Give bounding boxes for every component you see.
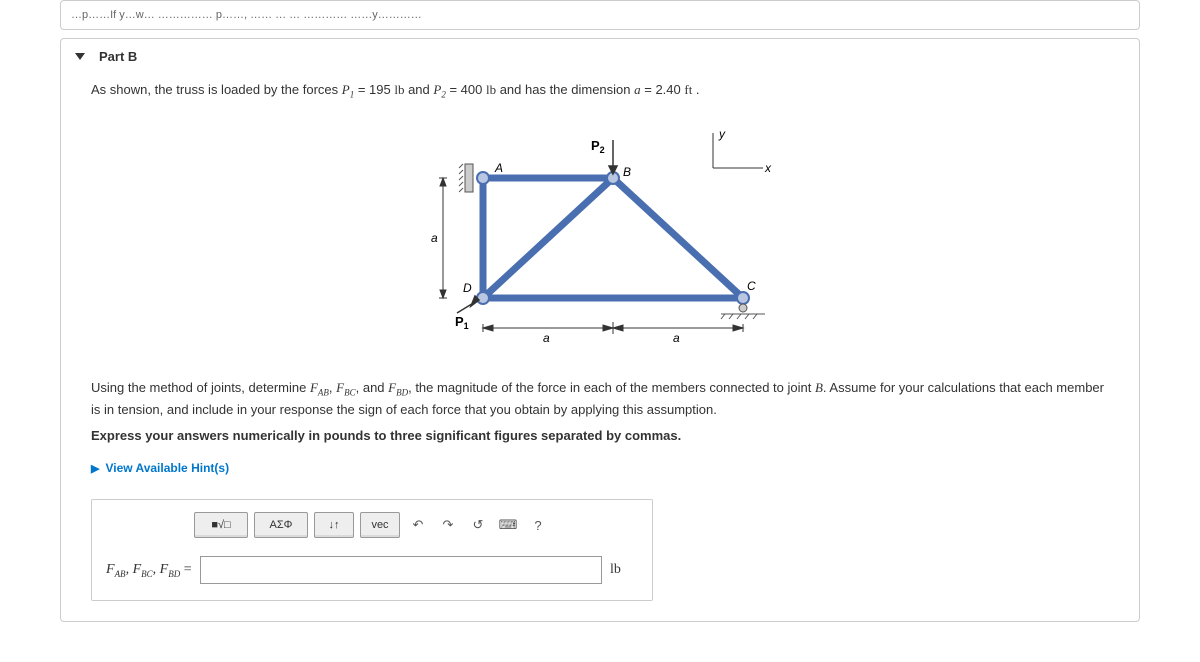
part-b-header[interactable]: Part B <box>61 39 1139 74</box>
instructions-bold: Express your answers numerically in poun… <box>91 426 1115 446</box>
vec-button[interactable]: vec <box>360 512 400 538</box>
svg-text:B: B <box>623 165 631 179</box>
truss-svg: y x <box>403 118 803 348</box>
chevron-down-icon <box>75 53 85 60</box>
p2-label: P2 <box>591 138 605 155</box>
help-icon[interactable]: ? <box>526 513 550 537</box>
sub-sup-button[interactable]: ↓↑ <box>314 512 354 538</box>
answer-unit: lb <box>610 562 638 578</box>
keyboard-icon[interactable]: ⌨ <box>496 513 520 537</box>
p1-label: P1 <box>455 314 469 331</box>
axis-x-label: x <box>764 161 772 175</box>
problem-statement: As shown, the truss is loaded by the for… <box>91 80 1115 102</box>
answer-box: ■√□ ΑΣΦ ↓↑ vec ↶ ↷ ↺ ⌨ ? FAB, FBC, FBD = <box>91 499 653 601</box>
undo-icon[interactable]: ↶ <box>406 513 430 537</box>
answer-input[interactable] <box>200 556 602 584</box>
axis-y-label: y <box>718 127 726 141</box>
truncated-previous-part: …p……If y…w… …………… p……, …… … … ………… ……y……… <box>60 0 1140 30</box>
svg-text:A: A <box>494 161 503 175</box>
template-button[interactable]: ■√□ <box>194 512 248 538</box>
redo-icon[interactable]: ↷ <box>436 513 460 537</box>
instructions-line-1: Using the method of joints, determine FA… <box>91 378 1115 420</box>
view-hints-link[interactable]: ▶ View Available Hint(s) <box>91 461 229 475</box>
svg-text:a: a <box>673 331 680 345</box>
chevron-right-icon: ▶ <box>91 462 99 475</box>
greek-button[interactable]: ΑΣΦ <box>254 512 308 538</box>
answer-label: FAB, FBC, FBD = <box>106 562 192 579</box>
svg-text:a: a <box>431 231 438 245</box>
part-b-panel: Part B As shown, the truss is loaded by … <box>60 38 1140 622</box>
reset-icon[interactable]: ↺ <box>466 513 490 537</box>
truss-figure: y x <box>91 118 1115 348</box>
equation-toolbar: ■√□ ΑΣΦ ↓↑ vec ↶ ↷ ↺ ⌨ ? <box>92 500 652 546</box>
svg-text:D: D <box>463 281 472 295</box>
part-title: Part B <box>99 49 137 64</box>
svg-text:a: a <box>543 331 550 345</box>
svg-text:C: C <box>747 279 756 293</box>
